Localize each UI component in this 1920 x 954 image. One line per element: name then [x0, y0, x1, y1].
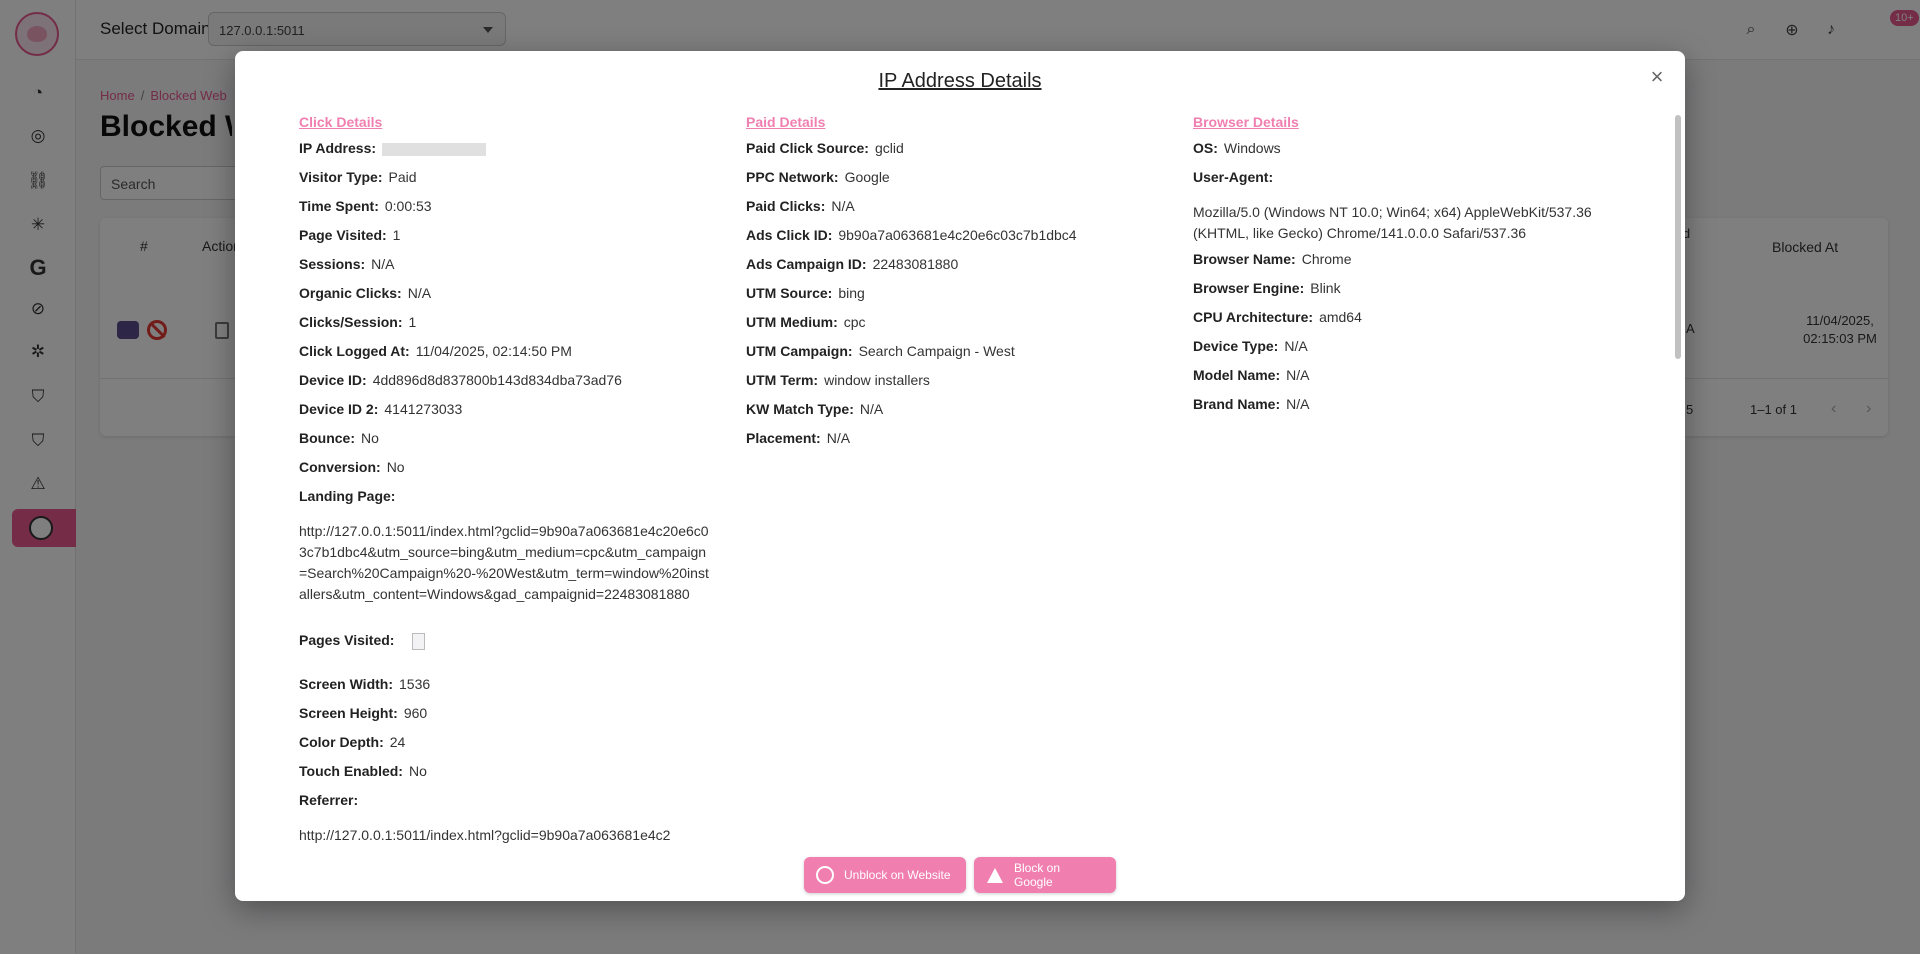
paid-clicks-field: Paid Clicks: N/A	[746, 198, 855, 214]
user-agent-field: User-Agent: Mozilla/5.0 (Windows NT 10.0…	[1193, 167, 1603, 249]
utm-campaign-field: UTM Campaign: Search Campaign - West	[746, 343, 1015, 359]
browser-details-column: Browser Details OS: Windows User-Agent: M…	[1193, 109, 1603, 423]
bounce-field: Bounce: No	[299, 430, 379, 446]
click-details-column: Click Details IP Address: Visitor Type: P…	[299, 109, 709, 845]
utm-source-field: UTM Source: bing	[746, 285, 865, 301]
model-name-field: Model Name: N/A	[1193, 367, 1310, 383]
ppc-network-field: PPC Network: Google	[746, 169, 890, 185]
kw-match-type-field: KW Match Type: N/A	[746, 401, 884, 417]
modal-footer: Unblock on Website Block on Google	[235, 857, 1685, 897]
utm-medium-field: UTM Medium: cpc	[746, 314, 866, 330]
google-ads-icon	[986, 866, 1004, 884]
ads-campaign-id-field: Ads Campaign ID: 22483081880	[746, 256, 959, 272]
browser-name-field: Browser Name: Chrome	[1193, 251, 1352, 267]
touch-enabled-field: Touch Enabled: No	[299, 763, 427, 779]
device-id-field: Device ID: 4dd896d8d837800b143d834dba73ad…	[299, 372, 622, 388]
monkey-face-icon	[816, 866, 834, 884]
ip-address-field: IP Address:	[299, 138, 709, 167]
placement-field: Placement: N/A	[746, 430, 851, 446]
referrer-field: Referrer: http://127.0.0.1:5011/index.ht…	[299, 790, 709, 845]
paid-click-source-field: Paid Click Source: gclid	[746, 140, 904, 156]
organic-clicks-field: Organic Clicks: N/A	[299, 285, 432, 301]
clicks-session-field: Clicks/Session: 1	[299, 314, 417, 330]
device-id2-field: Device ID 2: 4141273033	[299, 401, 463, 417]
ip-details-modal: IP Address Details × Click Details IP Ad…	[235, 51, 1685, 901]
page-visited-field: Page Visited: 1	[299, 227, 401, 243]
paid-details-column: Paid Details Paid Click Source: gclid PPC…	[746, 109, 1156, 457]
referrer-url: http://127.0.0.1:5011/index.html?gclid=9…	[299, 827, 671, 843]
conversion-field: Conversion: No	[299, 459, 405, 475]
time-spent-field: Time Spent: 0:00:53	[299, 198, 432, 214]
modal-title: IP Address Details	[878, 70, 1042, 92]
modal-body[interactable]: Click Details IP Address: Visitor Type: P…	[235, 109, 1675, 845]
modal-scrollbar[interactable]	[1675, 115, 1681, 359]
sessions-field: Sessions: N/A	[299, 256, 395, 272]
color-depth-field: Color Depth: 24	[299, 734, 406, 750]
click-logged-field: Click Logged At: 11/04/2025, 02:14:50 PM	[299, 343, 572, 359]
paid-details-title: Paid Details	[746, 114, 826, 130]
browser-details-title: Browser Details	[1193, 114, 1299, 130]
device-type-field: Device Type: N/A	[1193, 338, 1308, 354]
ip-address-redacted	[382, 142, 487, 156]
utm-term-field: UTM Term: window installers	[746, 372, 930, 388]
user-agent-value: Mozilla/5.0 (Windows NT 10.0; Win64; x64…	[1193, 204, 1592, 241]
cpu-architecture-field: CPU Architecture: amd64	[1193, 309, 1362, 325]
os-field: OS: Windows	[1193, 140, 1281, 156]
unblock-on-website-button[interactable]: Unblock on Website	[804, 857, 966, 893]
block-google-button-label: Block on Google	[1013, 861, 1061, 889]
landing-page-field: Landing Page: http://127.0.0.1:5011/inde…	[299, 486, 709, 630]
landing-page-url: http://127.0.0.1:5011/index.html?gclid=9…	[299, 523, 709, 602]
visitor-type-field: Visitor Type: Paid	[299, 169, 417, 185]
ads-click-id-field: Ads Click ID: 9b90a7a063681e4c20e6c03c7b1…	[746, 227, 1077, 243]
pages-list-icon[interactable]	[412, 632, 426, 650]
close-icon[interactable]: ×	[1645, 65, 1669, 89]
screen-height-field: Screen Height: 960	[299, 705, 428, 721]
brand-name-field: Brand Name: N/A	[1193, 396, 1310, 412]
pages-visited-field: Pages Visited:	[299, 630, 709, 674]
unblock-button-label: Unblock on Website	[844, 868, 951, 882]
block-on-google-button[interactable]: Block on Google	[974, 857, 1116, 893]
click-details-title: Click Details	[299, 114, 383, 130]
browser-engine-field: Browser Engine: Blink	[1193, 280, 1341, 296]
screen-width-field: Screen Width: 1536	[299, 676, 431, 692]
